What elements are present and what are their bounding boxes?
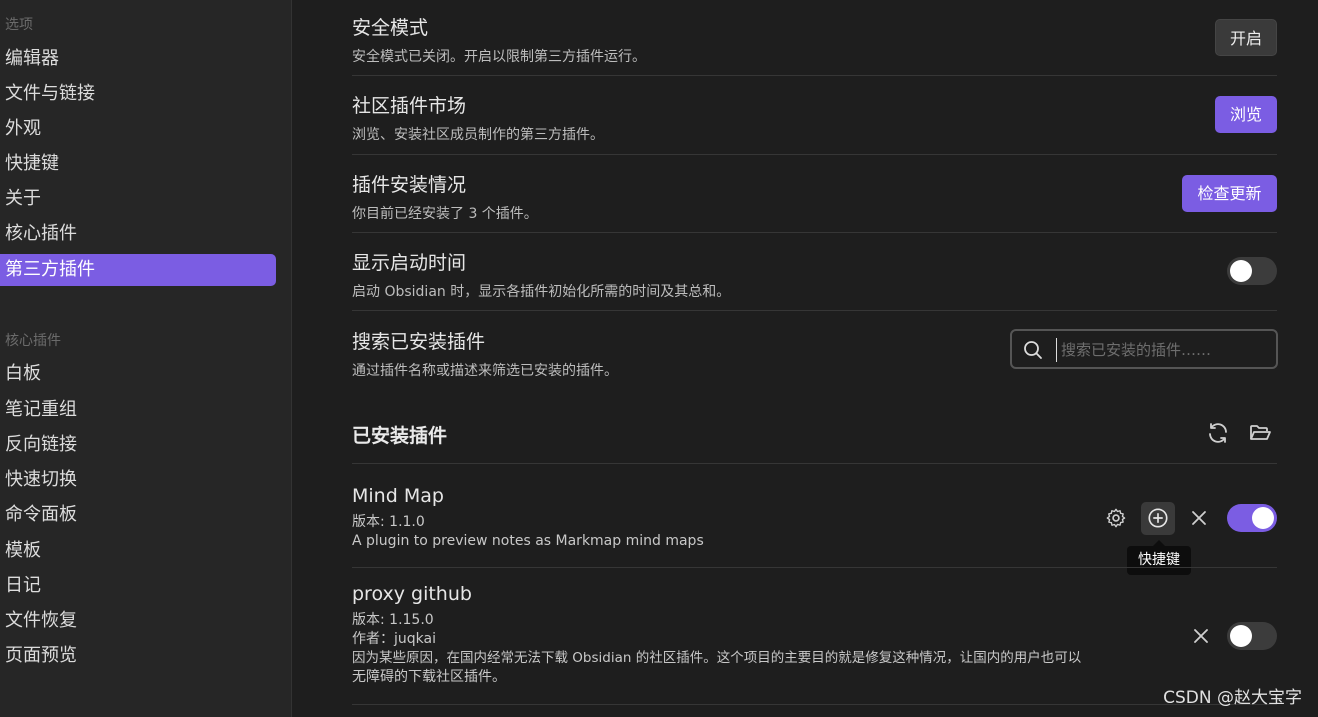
divider [352,567,1277,568]
setting-title: 显示启动时间 [352,252,467,274]
plugin-version: 版本: 1.15.0 [352,612,434,628]
sidebar-item-hotkeys[interactable]: 快捷键 [0,148,276,180]
close-icon[interactable] [1191,510,1207,526]
toggle-knob [1230,260,1252,282]
plugin-description: 无障碍的下载社区插件。 [352,669,506,685]
plugin-description: 因为某些原因，在国内经常无法下载 Obsidian 的社区插件。这个项目的主要目… [352,650,1082,666]
sidebar-item-page-preview[interactable]: 页面预览 [0,640,276,672]
setting-community-market: 社区插件市场 浏览、安装社区成员制作的第三方插件。 [352,91,1277,144]
setting-installed-status: 插件安装情况 你目前已经安装了 3 个插件。 [352,170,1277,223]
settings-sidebar: 选项 编辑器 文件与链接 外观 快捷键 关于 核心插件 第三方插件 核心插件 白… [0,0,292,717]
sidebar-item-appearance[interactable]: 外观 [0,113,276,145]
sidebar-item-editor[interactable]: 编辑器 [0,43,276,75]
sidebar-heading-core-plugins: 核心插件 [5,333,61,349]
divider [352,704,1277,705]
divider [352,232,1277,233]
sidebar-item-core-plugins[interactable]: 核心插件 [0,218,276,250]
sidebar-item-backlinks[interactable]: 反向链接 [0,429,276,461]
settings-content: 安全模式 安全模式已关闭。开启以限制第三方插件运行。 开启 社区插件市场 浏览、… [292,0,1318,717]
divider [352,463,1277,464]
search-input[interactable] [1056,338,1273,362]
setting-safe-mode: 安全模式 安全模式已关闭。开启以限制第三方插件运行。 [352,13,1277,66]
plugin-description: A plugin to preview notes as Markmap min… [352,533,704,549]
sidebar-item-quick-switcher[interactable]: 快速切换 [0,464,276,496]
reload-icon[interactable] [1206,421,1230,445]
setting-desc: 你目前已经安装了 3 个插件。 [352,206,538,222]
mind-map-toggle[interactable] [1227,504,1277,532]
sidebar-item-command-palette[interactable]: 命令面板 [0,499,276,531]
divider [352,310,1277,311]
toggle-knob [1230,625,1252,647]
setting-startup-time: 显示启动时间 启动 Obsidian 时，显示各插件初始化所需的时间及其总和。 [352,248,1277,301]
sidebar-item-templates[interactable]: 模板 [0,535,276,567]
close-icon[interactable] [1193,628,1209,644]
plugin-item-mind-map: Mind Map 版本: 1.1.0 A plugin to preview n… [352,485,1172,551]
check-updates-button[interactable]: 检查更新 [1182,175,1277,212]
sidebar-item-daily-notes[interactable]: 日记 [0,570,276,602]
proxy-github-toggle[interactable] [1227,622,1277,650]
plugin-version: 版本: 1.1.0 [352,514,425,530]
watermark: CSDN @赵大宝字 [1163,688,1302,708]
sidebar-item-file-recovery[interactable]: 文件恢复 [0,605,276,637]
setting-title: 安全模式 [352,17,429,39]
sidebar-item-canvas[interactable]: 白板 [0,358,276,390]
setting-title: 社区插件市场 [352,95,467,117]
setting-desc: 安全模式已关闭。开启以限制第三方插件运行。 [352,49,646,65]
gear-icon[interactable] [1105,507,1127,529]
sidebar-heading-options: 选项 [5,17,33,33]
search-icon [1024,341,1042,359]
hotkey-tooltip: 快捷键 [1127,540,1191,575]
plugin-name: proxy github [352,583,472,605]
toggle-knob [1252,507,1274,529]
plugin-item-proxy-github: proxy github 版本: 1.15.0 作者：juqkai 因为某些原因… [352,583,1182,687]
sidebar-item-about[interactable]: 关于 [0,183,276,215]
plus-circle-icon[interactable] [1147,507,1169,529]
plugin-author: 作者：juqkai [352,631,436,647]
search-box [1010,329,1278,369]
safe-mode-button[interactable]: 开启 [1215,19,1277,56]
browse-button[interactable]: 浏览 [1215,96,1277,133]
sidebar-item-files-links[interactable]: 文件与链接 [0,78,276,110]
startup-time-toggle[interactable] [1227,257,1277,285]
installed-plugins-heading: 已安装插件 [352,425,448,447]
plugin-name: Mind Map [352,485,444,507]
divider [352,75,1277,76]
setting-title: 插件安装情况 [352,174,467,196]
sidebar-item-community-plugins[interactable]: 第三方插件 [0,254,276,286]
setting-desc: 启动 Obsidian 时，显示各插件初始化所需的时间及其总和。 [352,284,731,300]
setting-desc: 浏览、安装社区成员制作的第三方插件。 [352,127,604,143]
sidebar-item-note-composer[interactable]: 笔记重组 [0,394,276,426]
divider [352,154,1277,155]
folder-open-icon[interactable] [1248,421,1272,445]
